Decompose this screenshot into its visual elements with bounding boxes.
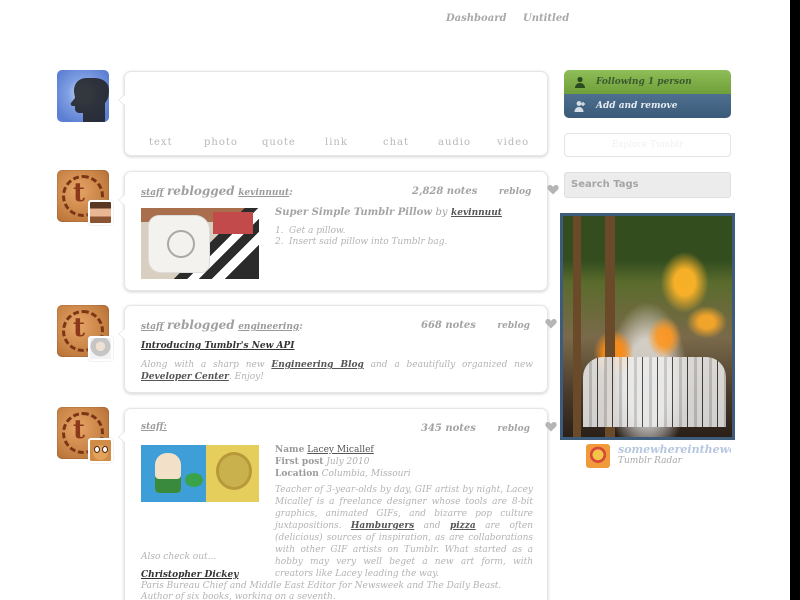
procession-crowd xyxy=(583,357,726,427)
following-row[interactable]: Following 1 person xyxy=(564,70,731,94)
frog-image xyxy=(185,473,203,487)
post-actions: 345 notes reblog xyxy=(421,421,558,434)
heart-icon[interactable] xyxy=(545,318,558,329)
hamburgers-link[interactable]: Hamburgers xyxy=(351,521,414,531)
post-type-quote[interactable]: quote xyxy=(262,137,296,148)
post-type-link[interactable]: link xyxy=(325,137,348,148)
notes-count[interactable]: 345 notes xyxy=(421,423,476,434)
tumblr-logo-icon: t xyxy=(73,178,86,208)
tumblr-logo-icon: t xyxy=(73,415,86,445)
name-link[interactable]: Lacey Micallef xyxy=(307,445,374,455)
developer-center-link[interactable]: Developer Center xyxy=(141,372,229,382)
post-type-text[interactable]: text xyxy=(149,137,173,148)
eye-icon xyxy=(102,446,108,453)
post-header: staff: xyxy=(141,421,167,432)
source-avatar[interactable] xyxy=(88,336,113,361)
reblog-button[interactable]: reblog xyxy=(497,424,529,434)
search-tags-input[interactable]: Search Tags xyxy=(564,172,731,198)
profile-info: Name Lacey Micallef First post July 2010… xyxy=(275,445,411,479)
post-body: Along with a sharp new Engineering Blog … xyxy=(141,360,533,382)
title-author-link[interactable]: kevinnuut xyxy=(451,208,502,218)
photo-decor xyxy=(213,212,253,234)
nav-untitled[interactable]: Untitled xyxy=(523,13,569,24)
bio-text: Teacher of 3-year-olds by day, GIF artis… xyxy=(275,485,533,579)
post-composer: text photo quote link chat audio video xyxy=(118,71,548,156)
pixel-art-image xyxy=(219,455,249,487)
also-description: Paris Bureau Chief and Middle East Edito… xyxy=(141,581,502,600)
radar-user-avatar[interactable] xyxy=(586,444,610,468)
person-add-icon xyxy=(574,101,585,112)
post-header: staff reblogged kevinnuut: xyxy=(141,184,293,198)
person-icon xyxy=(575,76,585,88)
tree-trunk xyxy=(573,216,581,437)
user-avatar[interactable] xyxy=(57,70,109,122)
silhouette-icon xyxy=(70,78,109,122)
post-1: staff reblogged kevinnuut: 2,828 notes r… xyxy=(118,171,559,291)
source-link[interactable]: engineering xyxy=(238,322,299,332)
post-verb: reblogged xyxy=(166,184,235,198)
post-photo[interactable] xyxy=(141,445,259,502)
eye-icon xyxy=(94,446,100,453)
top-nav: Dashboard Untitled xyxy=(0,13,800,27)
post-header: staff reblogged engineering: xyxy=(141,318,303,332)
post-3: staff: 345 notes reblog Name Lacey Mical… xyxy=(118,408,558,600)
also-name-link[interactable]: Christopher Dickey xyxy=(141,570,238,580)
reblog-button[interactable]: reblog xyxy=(499,187,531,197)
pizza-link[interactable]: pizza xyxy=(450,521,476,531)
source-avatar[interactable] xyxy=(88,200,113,225)
explore-button[interactable]: Explore Tumblr xyxy=(564,133,731,157)
character-image xyxy=(155,453,181,493)
also-check-out: Also check out... xyxy=(141,552,217,562)
post-photo[interactable] xyxy=(141,208,259,279)
heart-icon[interactable] xyxy=(547,184,559,195)
heart-icon[interactable] xyxy=(545,421,558,432)
radar-photo xyxy=(563,216,732,437)
radar-label: Tumblr Radar xyxy=(618,456,682,466)
reblog-button[interactable]: reblog xyxy=(497,321,529,331)
source-link[interactable]: kevinnuut xyxy=(238,188,289,198)
window-edge xyxy=(790,0,800,600)
list-item: 1. Get a pillow. xyxy=(275,226,346,236)
notes-count[interactable]: 2,828 notes xyxy=(412,186,477,197)
notes-count[interactable]: 668 notes xyxy=(421,320,476,331)
post-actions: 668 notes reblog xyxy=(421,318,558,331)
list-item: 2. Insert said pillow into Tumblr bag. xyxy=(275,237,448,247)
author-link[interactable]: staff xyxy=(141,188,164,198)
post-type-photo[interactable]: photo xyxy=(204,137,238,148)
post-title: Super Simple Tumblr Pillow by kevinnuut xyxy=(275,207,502,218)
tumblr-radar[interactable] xyxy=(560,213,735,440)
post-link[interactable]: Introducing Tumblr's New API xyxy=(141,341,295,351)
post-actions: 2,828 notes reblog xyxy=(412,184,559,197)
radar-user-link[interactable]: somewhereintheworl xyxy=(618,443,731,456)
post-type-audio[interactable]: audio xyxy=(438,137,471,148)
source-avatar[interactable] xyxy=(88,438,113,463)
add-remove-row[interactable]: Add and remove xyxy=(564,94,731,118)
post-type-video[interactable]: video xyxy=(497,137,529,148)
engineering-blog-link[interactable]: Engineering Blog xyxy=(271,360,364,370)
author-link[interactable]: staff xyxy=(141,322,164,332)
following-panel: Following 1 person Add and remove xyxy=(564,70,731,118)
nav-dashboard[interactable]: Dashboard xyxy=(446,13,506,24)
author-link[interactable]: staff: xyxy=(141,422,167,432)
post-2: staff reblogged engineering: 668 notes r… xyxy=(118,305,558,393)
post-verb: reblogged xyxy=(166,318,235,332)
steps-list: 1. Get a pillow. 2. Insert said pillow int… xyxy=(275,226,447,248)
tumblr-logo-icon: t xyxy=(73,313,86,343)
pillow-image xyxy=(149,216,209,272)
post-type-chat[interactable]: chat xyxy=(383,137,409,148)
